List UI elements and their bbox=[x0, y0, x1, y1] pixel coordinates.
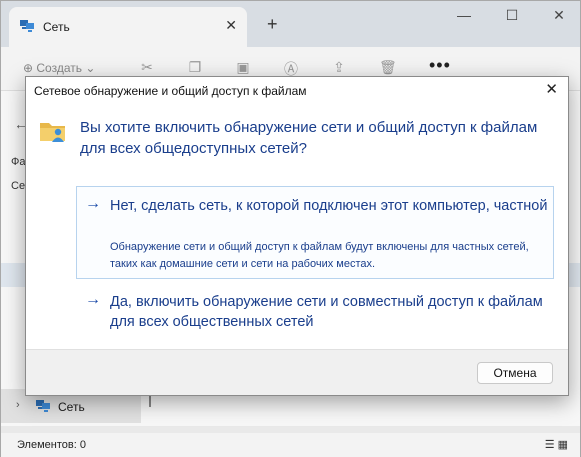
cut-icon[interactable]: ✂ bbox=[139, 59, 155, 75]
shared-folder-icon bbox=[40, 123, 65, 142]
option-main-text: Да, включить обнаружение сети и совместн… bbox=[110, 294, 543, 330]
delete-icon[interactable]: 🗑 bbox=[379, 59, 397, 75]
dialog-title: Сетевое обнаружение и общий доступ к фай… bbox=[34, 84, 307, 98]
create-button[interactable]: ⊕ Создать ⌄ bbox=[23, 61, 95, 75]
make-network-private-option[interactable]: → Нет, сделать сеть, к которой подключен… bbox=[76, 186, 554, 279]
maximize-button[interactable]: ☐ bbox=[500, 7, 524, 24]
tab-network[interactable]: Сеть ✕ bbox=[9, 7, 247, 47]
paste-icon[interactable]: ▣ bbox=[235, 59, 251, 75]
cancel-button[interactable]: Отмена bbox=[477, 362, 553, 384]
dialog-title-bar: Сетевое обнаружение и общий доступ к фай… bbox=[26, 77, 568, 104]
close-dialog-button[interactable]: ✕ bbox=[545, 80, 558, 98]
sidebar-item-label: Сеть bbox=[58, 400, 85, 414]
minimize-button[interactable]: — bbox=[452, 7, 476, 23]
enable-public-discovery-option[interactable]: → Да, включить обнаружение сети и совмес… bbox=[76, 282, 554, 340]
status-bar: Элементов: 0 ☰ ▦ bbox=[1, 433, 580, 457]
view-toggle-icons[interactable]: ☰ ▦ bbox=[545, 438, 568, 451]
rename-icon[interactable]: Ⓐ bbox=[283, 59, 299, 77]
dialog-footer: Отмена bbox=[26, 349, 568, 395]
item-count: Элементов: 0 bbox=[17, 439, 86, 451]
new-tab-button[interactable]: + bbox=[267, 14, 278, 35]
share-icon[interactable]: ⇪ bbox=[331, 59, 347, 75]
tab-label: Сеть bbox=[43, 20, 70, 34]
network-icon bbox=[20, 20, 34, 32]
chevron-right-icon[interactable]: › bbox=[16, 399, 20, 411]
dialog-question: Вы хотите включить обнаружение сети и об… bbox=[80, 119, 538, 157]
copy-icon[interactable]: ❐ bbox=[187, 59, 203, 75]
network-icon bbox=[36, 400, 50, 412]
network-discovery-dialog: Сетевое обнаружение и общий доступ к фай… bbox=[25, 76, 569, 396]
title-bar: Сеть ✕ + — ☐ ✕ bbox=[1, 1, 580, 47]
more-options-button[interactable]: ••• bbox=[429, 55, 451, 76]
option-description: Обнаружение сети и общий доступ к файлам… bbox=[110, 241, 529, 270]
option-main-text: Нет, сделать сеть, к которой подключен э… bbox=[110, 198, 548, 214]
close-window-button[interactable]: ✕ bbox=[547, 7, 571, 24]
arrow-right-icon: → bbox=[85, 291, 101, 308]
side-label-fa: Фа bbox=[11, 156, 26, 168]
arrow-right-icon: → bbox=[85, 195, 101, 212]
side-label-se: Се bbox=[11, 180, 26, 192]
close-tab-icon[interactable]: ✕ bbox=[225, 17, 237, 34]
selected-row-strip bbox=[1, 263, 25, 287]
